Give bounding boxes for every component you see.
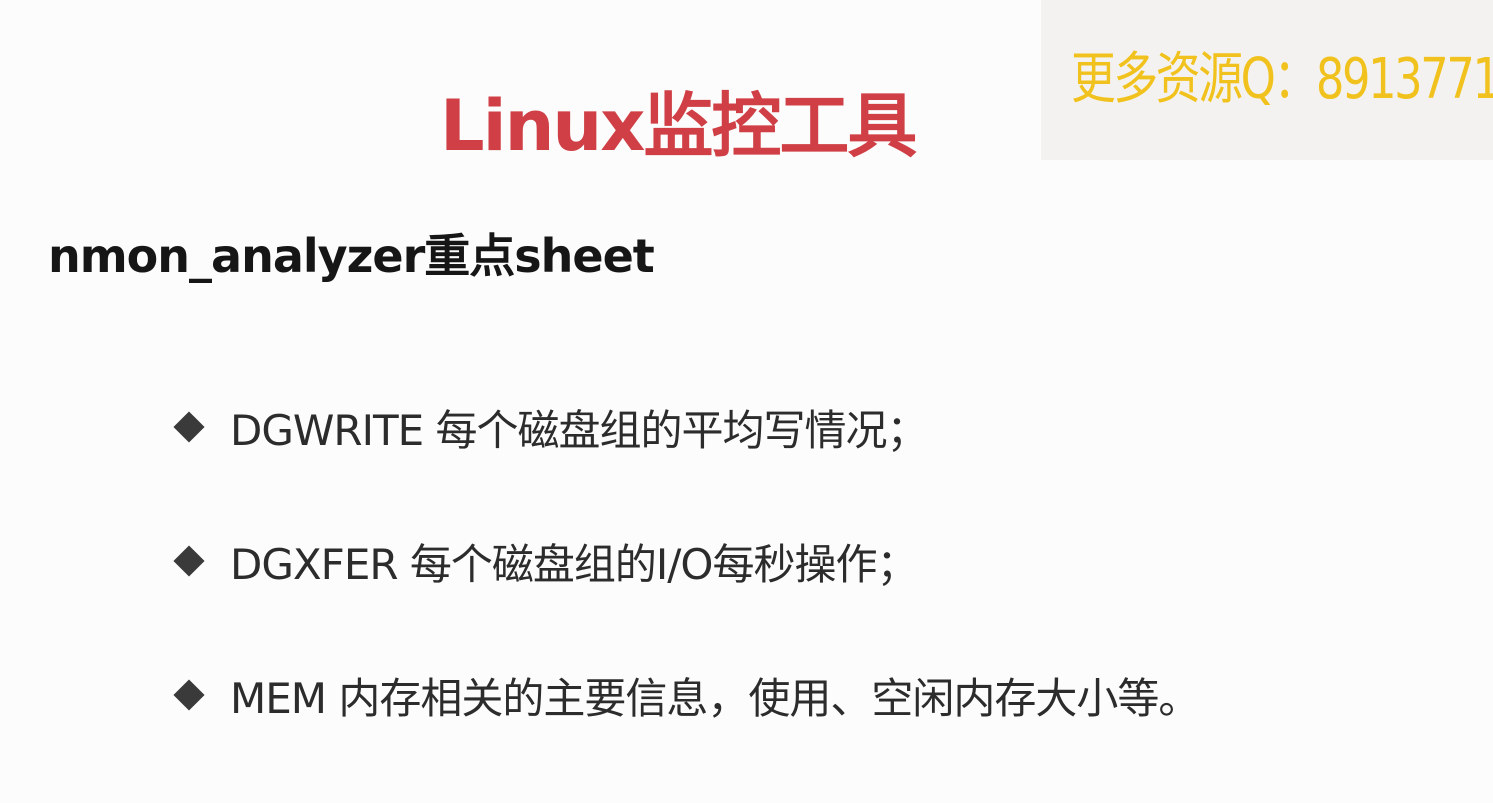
bullet-text: MEM 内存相关的主要信息，使用、空闲内存大小等。 [230,673,1200,723]
bullet-item-dgxfer: DGXFER 每个磁盘组的I/O每秒操作； [172,526,1199,596]
diamond-bullet-icon [172,678,206,712]
watermark-text: 更多资源Q：89137715 [1071,47,1493,112]
diamond-bullet-icon [172,410,206,444]
slide-subtitle: nmon_analyzer重点sheet [48,229,655,283]
slide-title: Linux监控工具 [440,85,917,167]
bullet-item-dgwrite: DGWRITE 每个磁盘组的平均写情况； [172,392,1199,462]
bullet-text: DGWRITE 每个磁盘组的平均写情况； [230,405,929,455]
bullet-text: DGXFER 每个磁盘组的I/O每秒操作； [230,539,918,589]
diamond-bullet-icon [172,544,206,578]
bullet-item-mem: MEM 内存相关的主要信息，使用、空闲内存大小等。 [172,660,1200,730]
bullet-list: DGWRITE 每个磁盘组的平均写情况； DGXFER 每个磁盘组的I/O每秒操… [172,392,1200,730]
watermark-banner: 更多资源Q：89137715 [1041,0,1493,160]
